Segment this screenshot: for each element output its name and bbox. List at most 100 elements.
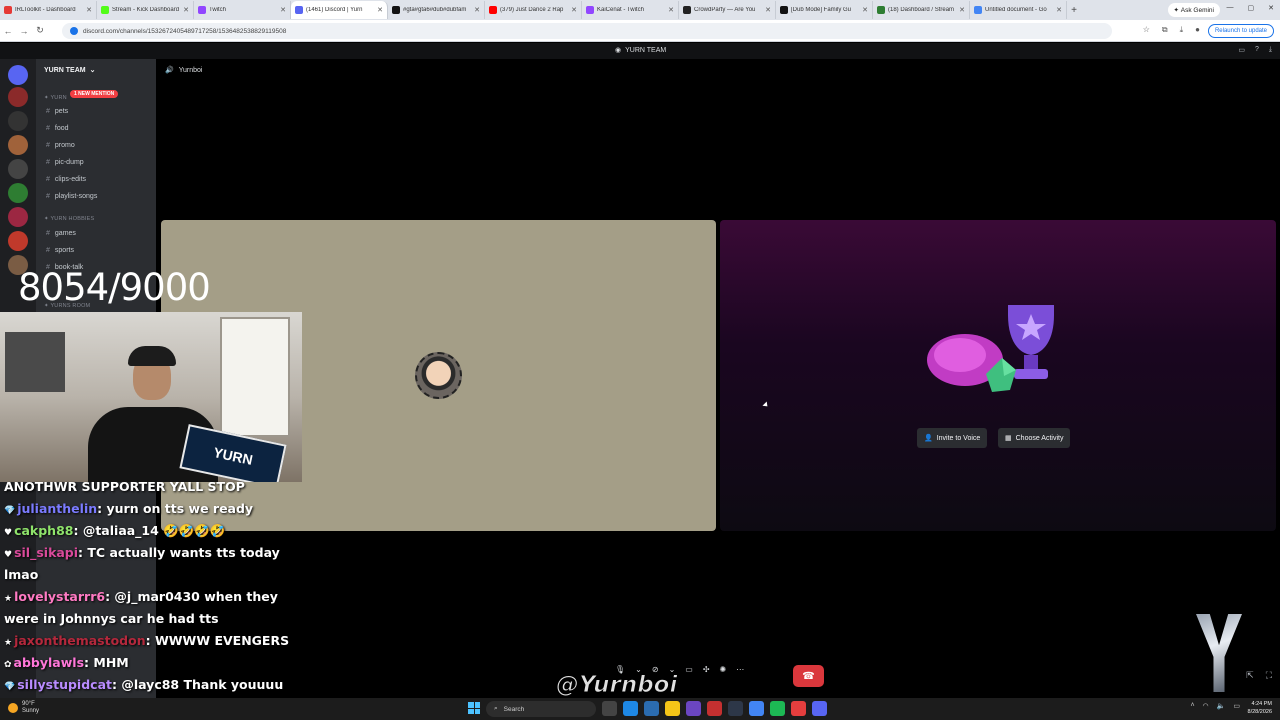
new-mention-badge[interactable]: 1 NEW MENTION [70, 90, 119, 98]
server-name-dropdown[interactable]: YURN TEAM ⌄ [44, 66, 96, 75]
app-icon[interactable] [728, 701, 743, 716]
direct-messages-icon[interactable] [8, 65, 28, 85]
close-tab-icon[interactable]: ✕ [668, 6, 674, 14]
forward-icon[interactable]: → [16, 26, 32, 36]
channel-item[interactable]: # games [46, 230, 76, 237]
chat-text: : @layc88 Thank youuuu [111, 677, 284, 692]
ask-gemini-button[interactable]: ✦ Ask Gemini [1167, 3, 1220, 17]
close-tab-icon[interactable]: ✕ [1056, 6, 1062, 14]
channel-item[interactable]: # sports [46, 247, 74, 254]
server-icon[interactable] [8, 87, 28, 107]
close-tab-icon[interactable]: ✕ [571, 6, 577, 14]
chat-text: lmao [4, 567, 39, 582]
back-icon[interactable]: ← [0, 26, 16, 36]
taskbar-clock[interactable]: 4:24 PM 8/28/2026 [1248, 700, 1272, 716]
store-icon[interactable] [644, 701, 659, 716]
tab-title: Untitled document - Go [985, 7, 1047, 13]
file-explorer-icon[interactable] [665, 701, 680, 716]
chevron-up-icon[interactable]: ˄ [1190, 702, 1194, 710]
browser-tab[interactable]: KaiCenat - Twitch ✕ [582, 1, 679, 19]
browser-tab[interactable]: #gta#gta6#dub#dubfam ✕ [388, 1, 485, 19]
tab-title: Twitch [209, 7, 227, 13]
channel-item[interactable]: # food [46, 125, 69, 132]
browser-tab[interactable]: (1461) Discord | Yurn ✕ [291, 1, 388, 19]
chat-username: jaxonthemastodon [14, 633, 146, 648]
url-field[interactable]: discord.com/channels/1532672405489717258… [62, 23, 1112, 39]
server-icon[interactable] [8, 111, 28, 131]
fullscreen-icon[interactable]: ⛶ [1266, 670, 1272, 681]
reload-icon[interactable]: ↻ [32, 25, 48, 36]
server-icon[interactable] [8, 183, 28, 203]
extensions-icon[interactable]: ⧉ [1162, 25, 1168, 35]
task-view-icon[interactable] [602, 701, 617, 716]
minimize-icon[interactable]: — [1227, 4, 1234, 12]
close-tab-icon[interactable]: ✕ [377, 6, 383, 14]
more-options-icon[interactable]: ⋯ [736, 665, 744, 674]
close-tab-icon[interactable]: ✕ [280, 6, 286, 14]
browser-tab[interactable]: IRLToolkit - Dashboard ✕ [0, 1, 97, 19]
weather-widget[interactable]: 90°F Sunny [8, 701, 39, 715]
app-icon[interactable] [707, 701, 722, 716]
browser-tab[interactable]: CrowdParty — Are You ✕ [679, 1, 776, 19]
spotify-icon[interactable] [770, 701, 785, 716]
close-tab-icon[interactable]: ✕ [765, 6, 771, 14]
close-icon[interactable]: ✕ [1268, 4, 1274, 12]
chrome-icon[interactable] [749, 701, 764, 716]
downloads-icon[interactable]: ⤓ [1180, 25, 1184, 35]
site-info-icon[interactable] [70, 27, 78, 35]
close-tab-icon[interactable]: ✕ [862, 6, 868, 14]
activities-icon[interactable]: ✣ [703, 665, 710, 674]
close-tab-icon[interactable]: ✕ [474, 6, 480, 14]
battery-icon[interactable]: ▭ [1233, 702, 1240, 710]
choose-activity-button[interactable]: ▦ Choose Activity [998, 428, 1071, 448]
channel-item[interactable]: # pets [46, 108, 68, 115]
server-icon[interactable] [8, 207, 28, 227]
soundboard-icon[interactable]: ✺ [720, 665, 727, 674]
wifi-icon[interactable]: ◠ [1203, 702, 1209, 710]
category-hobbies[interactable]: ✦ YURN HOBBIES [44, 216, 94, 222]
discord-icon[interactable] [812, 701, 827, 716]
browser-tab[interactable]: [Dub Mode] Family Gu ✕ [776, 1, 873, 19]
bookmark-star-icon[interactable]: ☆ [1143, 25, 1150, 35]
maximize-icon[interactable]: ▢ [1248, 4, 1255, 12]
new-tab-icon[interactable]: + [1067, 5, 1081, 16]
tab-title: KaiCenat - Twitch [597, 7, 644, 13]
popout-icon[interactable]: ⇱ [1246, 670, 1254, 681]
disconnect-button[interactable]: ☎ [793, 665, 824, 687]
start-button[interactable] [468, 702, 480, 714]
relaunch-update-button[interactable]: Relaunch to update [1207, 24, 1274, 38]
browser-tab[interactable]: Untitled document - Go ✕ [970, 1, 1067, 19]
edge-icon[interactable] [623, 701, 638, 716]
close-tab-icon[interactable]: ✕ [183, 6, 189, 14]
profile-icon[interactable]: ● [1195, 25, 1200, 35]
app-icon[interactable] [791, 701, 806, 716]
close-tab-icon[interactable]: ✕ [86, 6, 92, 14]
server-icon[interactable] [8, 231, 28, 251]
tab-favicon-icon [295, 6, 303, 14]
channel-item[interactable]: # pic-dump [46, 159, 84, 166]
browser-tab[interactable]: (18) Dashboard / Stream ✕ [873, 1, 970, 19]
close-tab-icon[interactable]: ✕ [959, 6, 965, 14]
channel-item[interactable]: # playlist-songs [46, 193, 97, 200]
help-icon[interactable]: ? [1255, 46, 1259, 54]
screen-share-icon[interactable]: ▭ [685, 665, 693, 674]
chat-line: ✿ abbylawls: MHM [4, 655, 129, 670]
heart-icon: ♥ [4, 528, 13, 538]
browser-tab[interactable]: Stream - Kick Dashboard ✕ [97, 1, 194, 19]
pinned-apps [602, 701, 827, 716]
browser-tab[interactable]: (379) Just Dance 2 Rap ✕ [485, 1, 582, 19]
inbox-icon[interactable]: ▭ [1238, 46, 1245, 54]
browser-tab[interactable]: Twitch ✕ [194, 1, 291, 19]
channel-item[interactable]: # promo [46, 142, 75, 149]
badge-icon: 💎 [4, 682, 16, 692]
category-yurn[interactable]: ✦ YURN [44, 95, 67, 101]
taskbar-search[interactable]: ⌕ Search [486, 701, 596, 717]
channel-item[interactable]: # clips-edits [46, 176, 86, 183]
app-icon[interactable] [686, 701, 701, 716]
server-icon[interactable] [8, 135, 28, 155]
download-icon[interactable]: ⤓ [1269, 46, 1272, 54]
invite-to-voice-button[interactable]: 👤 Invite to Voice [917, 428, 988, 448]
yurn-logo [1196, 614, 1242, 692]
volume-icon[interactable]: 🔈 [1217, 702, 1226, 710]
server-icon[interactable] [8, 159, 28, 179]
